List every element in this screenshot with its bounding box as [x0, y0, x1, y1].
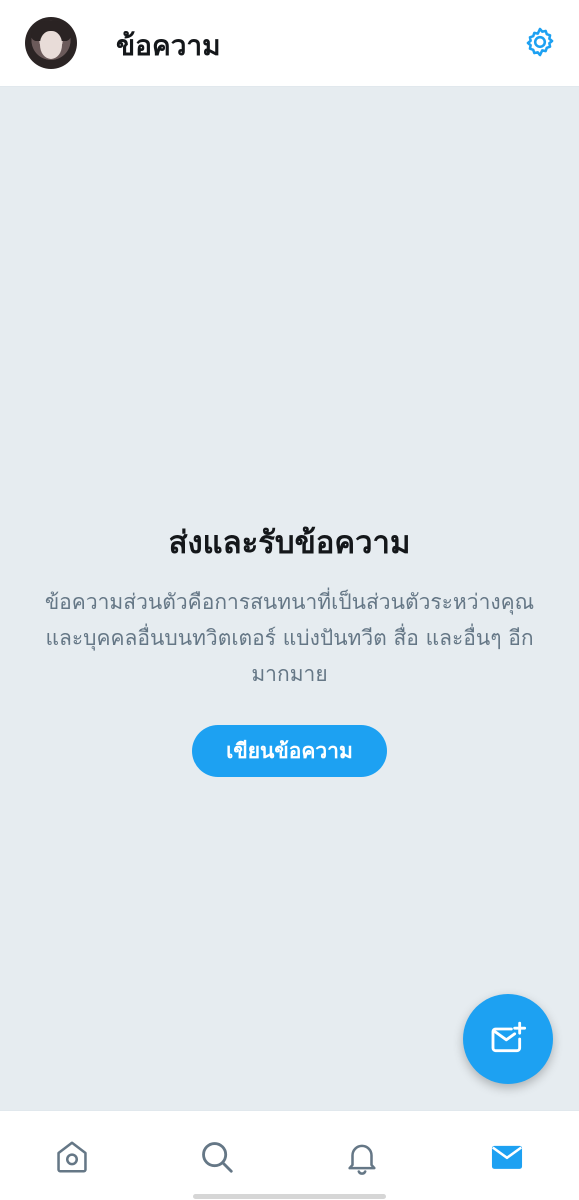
new-message-icon — [491, 1021, 527, 1053]
nav-notifications[interactable] — [340, 1135, 384, 1179]
new-message-fab[interactable] — [463, 994, 553, 1084]
nav-home[interactable] — [50, 1135, 94, 1179]
system-home-indicator[interactable] — [193, 1194, 386, 1199]
mail-icon — [491, 1145, 523, 1169]
avatar-face — [40, 31, 62, 59]
messages-screen: ข้อความ ส่งและรับข้อความ ข้อความส่วนตัวค… — [0, 0, 579, 1200]
top-app-bar: ข้อความ — [0, 0, 579, 87]
settings-button[interactable] — [521, 23, 559, 61]
bottom-nav — [0, 1110, 579, 1200]
page-title: ข้อความ — [116, 29, 221, 62]
write-message-button[interactable]: เขียนข้อความ — [192, 725, 387, 777]
messages-empty-area: ส่งและรับข้อความ ข้อความส่วนตัวคือการสนท… — [0, 87, 579, 1110]
nav-messages[interactable] — [485, 1135, 529, 1179]
bell-icon — [348, 1144, 376, 1175]
search-icon — [202, 1142, 233, 1173]
home-icon — [57, 1141, 87, 1173]
nav-search[interactable] — [195, 1135, 239, 1179]
gear-icon — [526, 27, 554, 57]
empty-state-description: ข้อความส่วนตัวคือการสนทนาที่เป็นส่วนตัวร… — [44, 590, 535, 686]
empty-state-title: ส่งและรับข้อความ — [168, 525, 411, 561]
avatar[interactable] — [25, 17, 77, 69]
